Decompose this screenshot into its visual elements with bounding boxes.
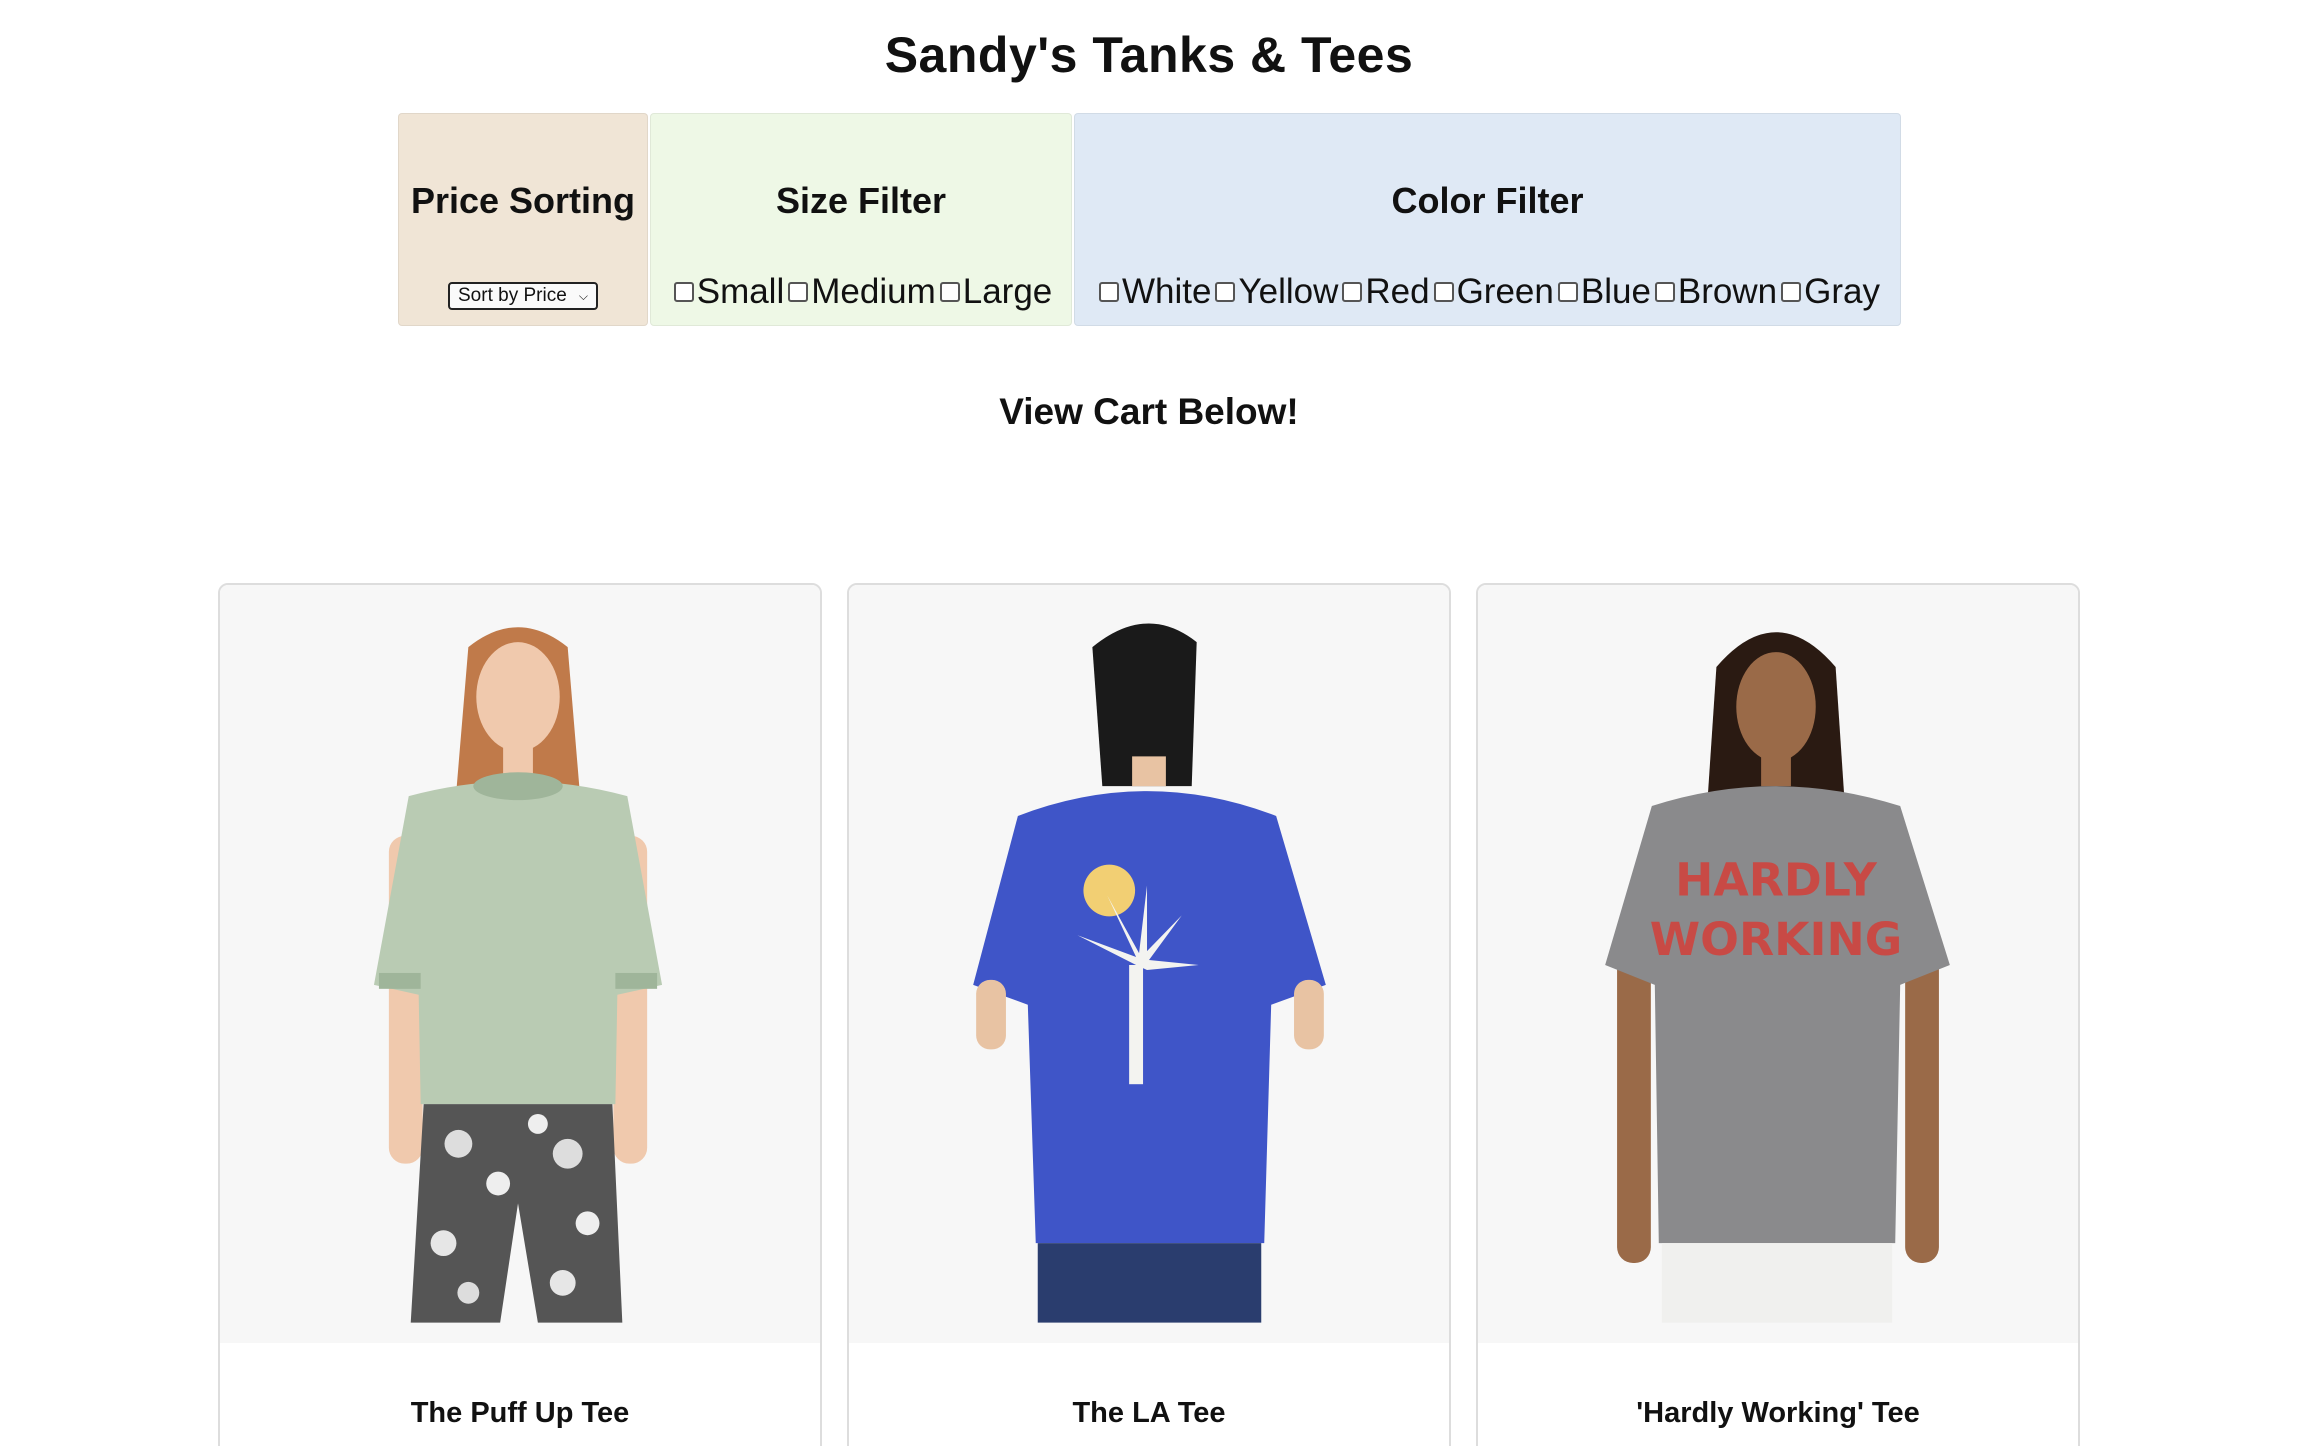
product-image[interactable] [220,585,820,1343]
color-red-checkbox[interactable] [1342,282,1363,302]
size-option-small[interactable]: Small [670,270,785,314]
color-option-white[interactable]: White [1095,270,1211,314]
size-filter-box: Size Filter Small Medium Large [650,113,1072,326]
color-option-label: Brown [1677,272,1778,311]
size-option-label: Medium [811,272,936,311]
product-card[interactable]: HARDLY WORKING 'Hardly Working' Tee [1476,583,2080,1446]
color-option-red[interactable]: Red [1338,270,1430,314]
size-filter-heading: Size Filter [775,180,947,221]
product-card[interactable]: The Puff Up Tee [218,583,822,1446]
color-white-checkbox[interactable] [1099,282,1119,302]
color-filter-box: Color Filter White Yellow Red Green Blue… [1074,113,1901,326]
page: Sandy's Tanks & Tees Price Sorting Sort … [0,0,2298,1446]
product-name: 'Hardly Working' Tee [1636,1397,1920,1429]
color-option-yellow[interactable]: Yellow [1211,270,1338,314]
view-cart-heading: View Cart Below! [999,391,1299,432]
color-option-brown[interactable]: Brown [1651,270,1777,314]
size-large-checkbox[interactable] [939,282,960,302]
color-green-checkbox[interactable] [1433,282,1454,302]
color-option-green[interactable]: Green [1430,270,1554,314]
sort-select-value: Sort by Price [458,285,567,306]
color-gray-checkbox[interactable] [1781,282,1802,302]
price-sorting-heading: Price Sorting [410,180,636,221]
product-card[interactable]: The LA Tee [847,583,1451,1446]
color-option-label: White [1122,272,1212,311]
color-option-label: Gray [1804,272,1880,311]
product-grid: The Puff Up Tee The LA Tee HARDLY WORKIN… [218,583,2080,1446]
site-title: Sandy's Tanks & Tees [884,27,1414,83]
size-option-large[interactable]: Large [936,270,1053,314]
model-gray-tee-image: HARDLY WORKING [1478,587,2078,1341]
color-option-label: Yellow [1238,272,1339,311]
color-option-label: Red [1365,272,1430,311]
color-option-label: Blue [1580,272,1651,311]
product-name: The LA Tee [1072,1397,1226,1429]
product-image[interactable]: HARDLY WORKING [1478,585,2078,1343]
size-small-checkbox[interactable] [673,282,694,302]
color-option-gray[interactable]: Gray [1777,270,1880,314]
color-brown-checkbox[interactable] [1654,282,1675,302]
color-filter-heading: Color Filter [1391,180,1584,221]
price-sorting-box: Price Sorting Sort by Price ⌵ [398,113,648,326]
size-options: Small Medium Large [651,270,1071,314]
size-option-medium[interactable]: Medium [784,270,936,314]
model-blue-tee-image [849,587,1449,1341]
size-medium-checkbox[interactable] [788,282,809,302]
size-option-label: Large [962,272,1053,311]
color-option-label: Green [1456,272,1554,311]
filter-panel: Price Sorting Sort by Price ⌵ Size Filte… [398,113,1901,326]
color-option-blue[interactable]: Blue [1554,270,1651,314]
size-option-label: Small [696,272,785,311]
model-sage-tee-image [220,587,820,1341]
sort-by-price-select[interactable]: Sort by Price ⌵ [448,282,598,310]
color-yellow-checkbox[interactable] [1215,282,1236,302]
product-image[interactable] [849,585,1449,1343]
color-blue-checkbox[interactable] [1557,282,1578,302]
color-options: White Yellow Red Green Blue Brown Gray [1075,270,1900,314]
chevron-down-icon: ⌵ [578,288,588,303]
shirt-print-line-2: WORKING [1650,913,1903,966]
shirt-print-line-1: HARDLY [1675,853,1878,906]
product-name: The Puff Up Tee [410,1397,630,1429]
